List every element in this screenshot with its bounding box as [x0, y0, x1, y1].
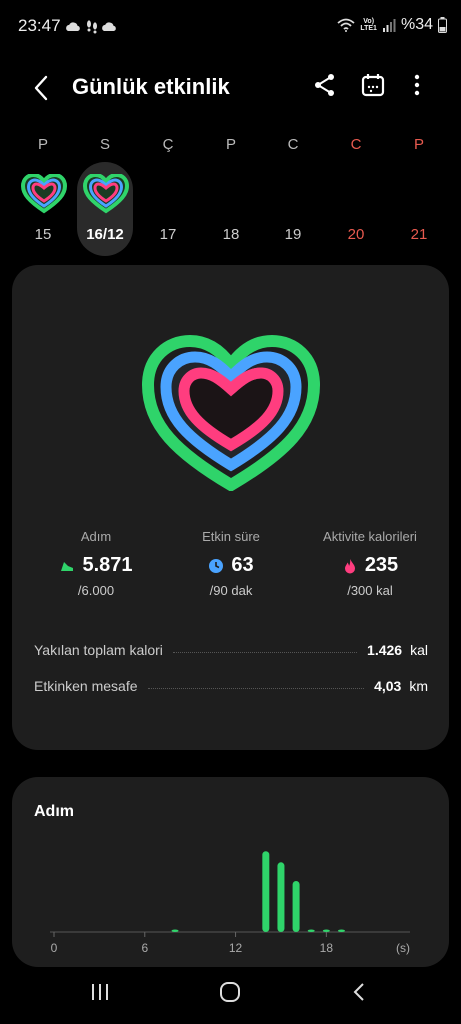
row-unit: km — [409, 678, 428, 694]
more-options-button[interactable] — [401, 72, 433, 104]
steps-bar-hour-15 — [277, 862, 285, 932]
home-icon — [220, 982, 240, 1002]
share-button[interactable] — [309, 72, 341, 104]
total-calories-row: Yakılan toplam kalori 1.426 kal — [34, 639, 428, 661]
calendar-icon — [361, 74, 385, 97]
row-value: 4,03 — [374, 678, 402, 694]
row-divider — [147, 687, 365, 689]
steps-bar-hour-17 — [307, 929, 315, 932]
day-number: 20 — [347, 226, 365, 243]
steps-bar-hour-18 — [322, 929, 330, 932]
stat-value-row: 235 — [300, 554, 440, 577]
day-letter: S — [99, 136, 110, 153]
stat-value-row: 5.871 — [26, 554, 166, 577]
share-icon — [315, 74, 334, 96]
page-title: Günlük etkinlik — [72, 74, 230, 99]
more-icon — [414, 74, 420, 96]
steps-bar-hour-19 — [337, 929, 345, 932]
status-right: Vo) LTE1 %34 — [337, 16, 447, 34]
stat-goal: /300 kal — [347, 583, 393, 598]
day-item-18[interactable]: P 18 — [203, 130, 259, 243]
row-unit: kal — [410, 642, 428, 658]
volte-bottom-label: LTE1 — [360, 25, 377, 32]
day-number: 16/12 — [86, 226, 124, 243]
day-letter: P — [225, 136, 236, 153]
active-distance-row: Etkinken mesafe 4,03 km — [34, 675, 428, 697]
x-axis-unit: (s) — [396, 941, 410, 955]
stat-activity-calories: Aktivite kalorileri 235 /300 kal — [300, 529, 440, 598]
activity-rings-heart — [142, 335, 320, 491]
week-selector: P 15 S 16/12 Ç 17 P 18 C 19 C 20 P 21 — [0, 130, 461, 260]
clock-icon — [209, 558, 224, 573]
status-time: 23:47 — [18, 16, 61, 35]
activity-summary-card[interactable]: Adım 5.871 /6.000 Etkin süre 63 /90 dak … — [12, 265, 449, 750]
day-number: 21 — [410, 226, 428, 243]
back-button[interactable] — [26, 72, 58, 104]
volte-icon: Vo) LTE1 — [360, 18, 377, 32]
cloud-icon — [66, 22, 80, 31]
status-bar: 23:47 Vo) LTE1 %34 — [0, 0, 461, 52]
steps-bar-hour-14 — [262, 851, 270, 932]
x-tick-label: 0 — [51, 941, 58, 955]
x-tick-label: 6 — [141, 941, 148, 955]
back-nav-icon — [353, 983, 364, 1001]
calendar-button[interactable] — [357, 72, 389, 104]
stat-label: Aktivite kalorileri — [323, 529, 417, 544]
stat-value: 63 — [231, 554, 254, 576]
day-item-15[interactable]: P 15 — [15, 130, 71, 243]
wifi-icon — [337, 18, 355, 32]
navigation-bar — [0, 968, 461, 1024]
activity-ring-mini — [21, 174, 67, 214]
day-letter: C — [350, 136, 362, 153]
stat-goal: /90 dak — [209, 583, 253, 598]
stat-value-row: 63 — [161, 554, 301, 577]
day-item-17[interactable]: Ç 17 — [140, 130, 196, 243]
day-number: 18 — [222, 226, 240, 243]
signal-icon — [382, 19, 396, 32]
notification-icons — [66, 20, 116, 34]
stat-label: Adım — [80, 529, 112, 544]
footsteps-icon — [87, 20, 97, 34]
day-letter: Ç — [162, 136, 174, 153]
row-divider — [172, 651, 358, 653]
stat-value: 235 — [364, 554, 399, 576]
steps-bar-hour-8 — [171, 929, 179, 932]
app-bar: Günlük etkinlik — [0, 60, 461, 114]
day-item-21[interactable]: P 21 — [391, 130, 447, 243]
row-label: Etkinken mesafe — [34, 678, 138, 694]
day-letter: C — [287, 136, 299, 153]
day-letter: P — [413, 136, 424, 153]
day-item-19[interactable]: C 19 — [265, 130, 321, 243]
recent-apps-button[interactable] — [80, 980, 120, 1012]
recent-apps-icon — [92, 984, 108, 1000]
x-tick-label: 18 — [320, 941, 334, 955]
shoe-icon — [61, 561, 74, 571]
steps-bar-hour-16 — [292, 881, 300, 932]
flame-icon — [344, 558, 355, 573]
row-value: 1.426 — [367, 642, 403, 658]
day-item-20[interactable]: C 20 — [328, 130, 384, 243]
day-number: 15 — [34, 226, 52, 243]
steps-card[interactable]: Adım 0 6 12 18 (s) — [12, 777, 449, 967]
x-tick-label: 12 — [229, 941, 243, 955]
stat-value: 5.871 — [82, 554, 133, 576]
volte-top-label: Vo) — [363, 18, 375, 25]
back-nav-button[interactable] — [340, 980, 380, 1012]
battery-icon — [438, 17, 447, 33]
cloud-icon — [102, 22, 116, 31]
activity-ring-mini — [83, 174, 129, 214]
stat-label: Etkin süre — [202, 529, 260, 544]
home-button[interactable] — [210, 980, 250, 1012]
stat-active-time: Etkin süre 63 /90 dak — [161, 529, 301, 598]
stat-steps: Adım 5.871 /6.000 — [26, 529, 166, 598]
steps-bar-chart: 0 6 12 18 (s) — [50, 851, 410, 955]
day-letter: P — [37, 136, 48, 153]
battery-percent: %34 — [400, 16, 433, 33]
day-item-16-selected[interactable]: S 16/12 — [77, 136, 133, 256]
day-number: 17 — [159, 226, 177, 243]
row-label: Yakılan toplam kalori — [34, 642, 163, 658]
back-icon — [34, 75, 48, 101]
day-number: 19 — [284, 226, 302, 243]
stat-goal: /6.000 — [77, 583, 115, 598]
